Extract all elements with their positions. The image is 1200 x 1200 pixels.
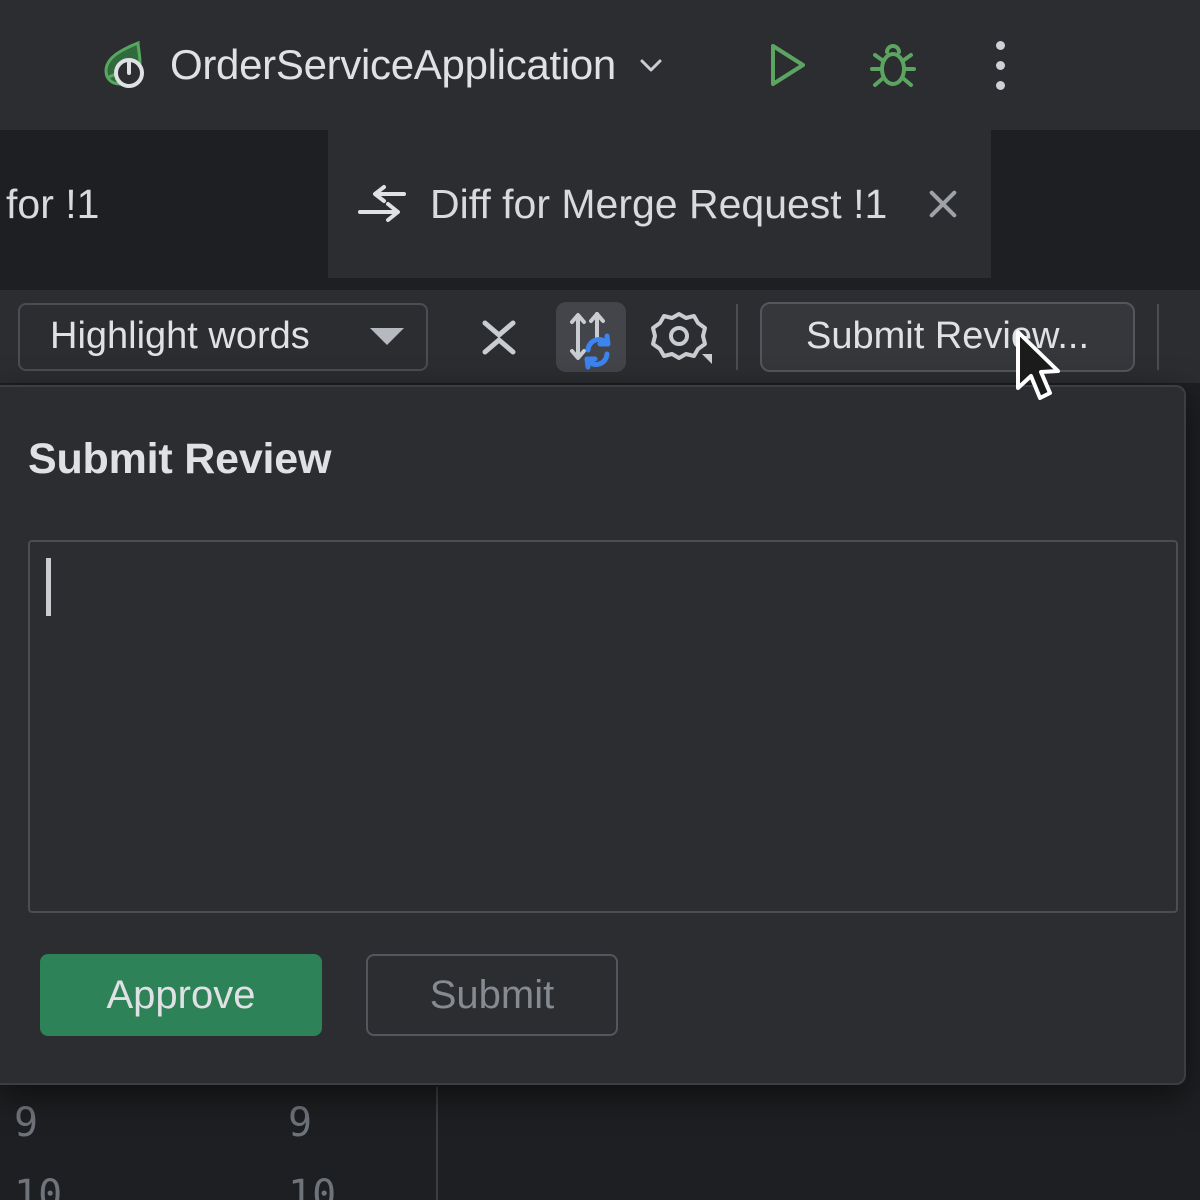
chevron-down-icon <box>370 328 404 345</box>
gear-icon[interactable] <box>644 302 714 372</box>
line-number: 9 <box>14 1087 62 1159</box>
toolbar-separator-right <box>1157 304 1159 370</box>
review-comment-input[interactable] <box>28 540 1178 913</box>
close-icon[interactable] <box>923 184 963 224</box>
run-configuration-toolbar: OrderServiceApplication <box>0 0 1200 130</box>
run-configuration-selector[interactable]: OrderServiceApplication <box>88 30 674 100</box>
run-configuration-name: OrderServiceApplication <box>170 41 616 89</box>
more-vertical-icon[interactable] <box>972 36 1030 94</box>
submit-button-label: Submit <box>430 973 555 1018</box>
tab-label: Diff for Merge Request !1 <box>430 181 887 228</box>
text-caret <box>46 558 51 616</box>
tab-label: eline for !1 <box>0 181 99 228</box>
sync-scroll-icon[interactable] <box>556 302 626 372</box>
line-number: 10 <box>288 1159 336 1200</box>
tab-diff-for-merge-request[interactable]: Diff for Merge Request !1 <box>328 130 991 278</box>
highlight-mode-label: Highlight words <box>50 315 310 358</box>
editor-tab-bar: eline for !1 Diff for Merge Request !1 <box>0 130 1200 290</box>
chevron-down-icon[interactable] <box>638 52 664 78</box>
diff-pane-divider <box>436 1087 438 1200</box>
submit-button[interactable]: Submit <box>366 954 618 1036</box>
submit-review-button[interactable]: Submit Review... <box>760 302 1135 372</box>
line-number: 9 <box>288 1087 336 1159</box>
right-line-gutter: 9 10 <box>288 1087 336 1200</box>
mouse-arrow-cursor <box>1014 330 1066 406</box>
debug-bug-icon[interactable] <box>864 36 922 94</box>
left-line-gutter: 9 10 <box>14 1087 62 1200</box>
popup-action-buttons: Approve Submit <box>40 954 618 1036</box>
tab-pipeline[interactable]: eline for !1 <box>0 130 127 278</box>
popup-title: Submit Review <box>28 435 331 484</box>
app-window: OrderServiceApplication <box>0 0 1200 1200</box>
collapse-all-icon[interactable] <box>464 302 534 372</box>
spring-boot-leaf-icon <box>98 37 154 93</box>
approve-button-label: Approve <box>107 973 256 1018</box>
run-actions-group <box>756 36 1030 94</box>
line-number: 10 <box>14 1159 62 1200</box>
submit-review-popup: Submit Review Approve Submit <box>0 385 1186 1085</box>
highlight-mode-dropdown[interactable]: Highlight words <box>18 303 428 371</box>
toolbar-separator <box>736 304 738 370</box>
run-play-icon[interactable] <box>756 36 814 94</box>
diff-editor-area: 9 10 9 10 <box>0 1087 1200 1200</box>
merge-request-icon <box>356 182 408 226</box>
approve-button[interactable]: Approve <box>40 954 322 1036</box>
